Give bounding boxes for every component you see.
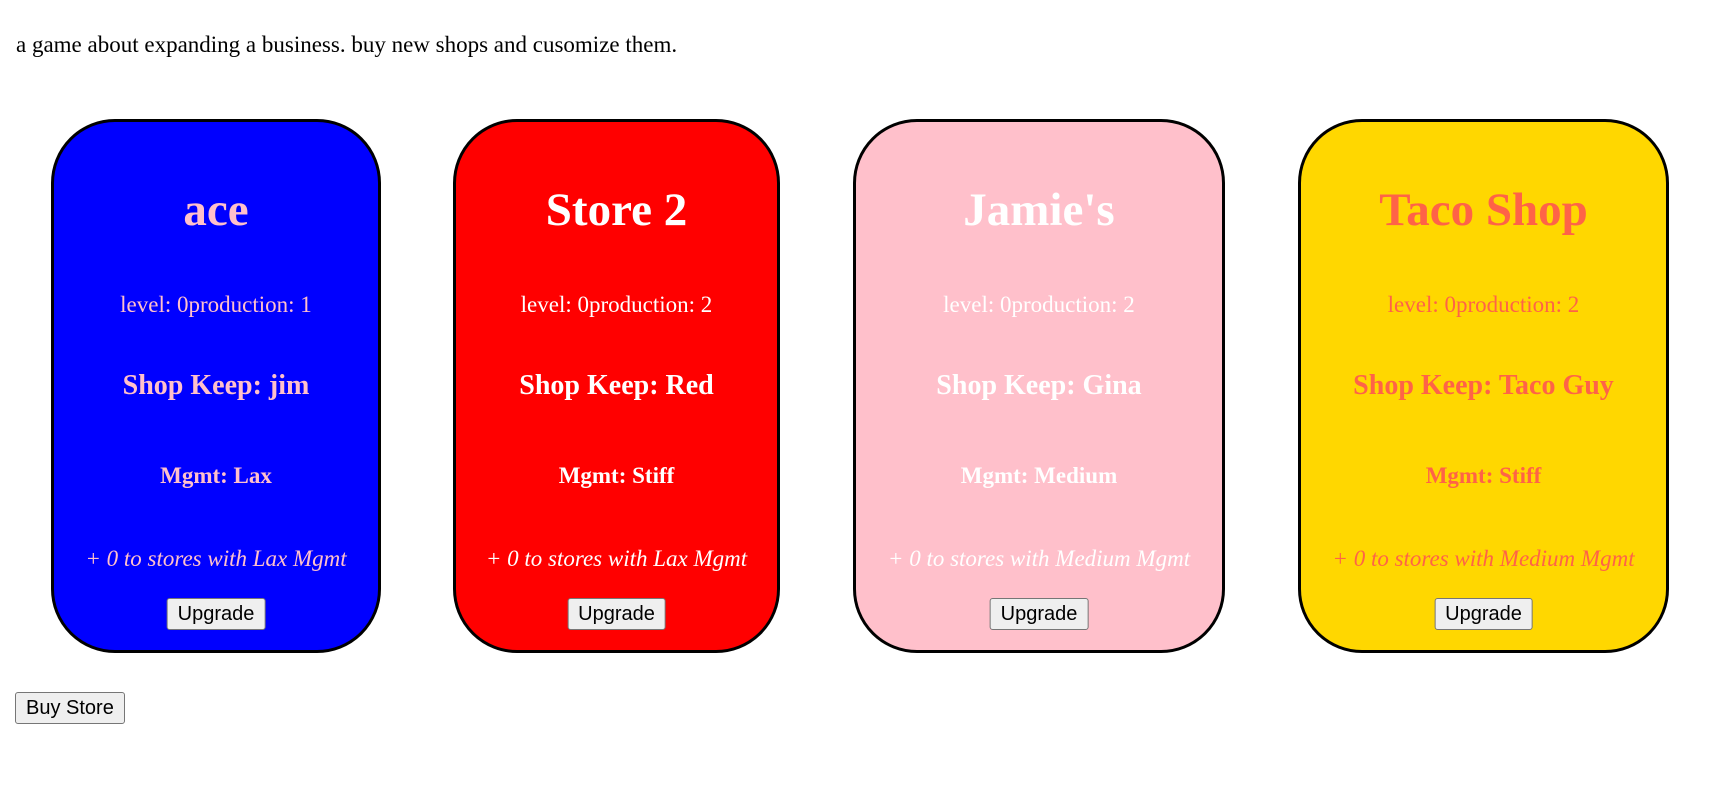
store-bonus: + 0 to stores with Lax Mgmt (85, 546, 347, 571)
store-mgmt: Mgmt: Stiff (1425, 463, 1542, 488)
upgrade-button[interactable]: Upgrade (1434, 598, 1533, 630)
store-mgmt: Mgmt: Lax (160, 463, 272, 488)
upgrade-button[interactable]: Upgrade (567, 598, 666, 630)
store-bonus: + 0 to stores with Medium Mgmt (1332, 546, 1635, 571)
store-bonus: + 0 to stores with Lax Mgmt (485, 546, 748, 571)
store-level-production: level: 0production: 2 (520, 292, 713, 317)
store-bonus: + 0 to stores with Medium Mgmt (887, 546, 1191, 571)
store-shop-keep: Shop Keep: Gina (936, 370, 1142, 401)
store-level-production: level: 0production: 2 (1387, 292, 1580, 317)
store-shop-keep: Shop Keep: jim (122, 370, 310, 401)
store-name: Store 2 (545, 184, 688, 236)
buy-store-button[interactable]: Buy Store (15, 692, 125, 724)
store-card: ace level: 0production: 1 Shop Keep: jim… (51, 119, 381, 653)
store-card: Store 2 level: 0production: 2 Shop Keep:… (453, 119, 780, 653)
store-card: Jamie's level: 0production: 2 Shop Keep:… (853, 119, 1225, 653)
store-mgmt: Mgmt: Medium (960, 463, 1118, 488)
store-shop-keep: Shop Keep: Taco Guy (1353, 370, 1614, 401)
store-mgmt: Mgmt: Stiff (558, 463, 675, 488)
store-level-production: level: 0production: 1 (120, 292, 312, 317)
store-name: Jamie's (963, 184, 1115, 236)
upgrade-button[interactable]: Upgrade (989, 598, 1089, 630)
upgrade-button[interactable]: Upgrade (166, 598, 266, 630)
store-name: Taco Shop (1379, 184, 1588, 236)
store-list: ace level: 0production: 1 Shop Keep: jim… (0, 0, 1732, 660)
store-shop-keep: Shop Keep: Red (519, 370, 714, 401)
store-card: Taco Shop level: 0production: 2 Shop Kee… (1298, 119, 1669, 653)
store-name: ace (183, 184, 249, 236)
store-level-production: level: 0production: 2 (943, 292, 1135, 317)
